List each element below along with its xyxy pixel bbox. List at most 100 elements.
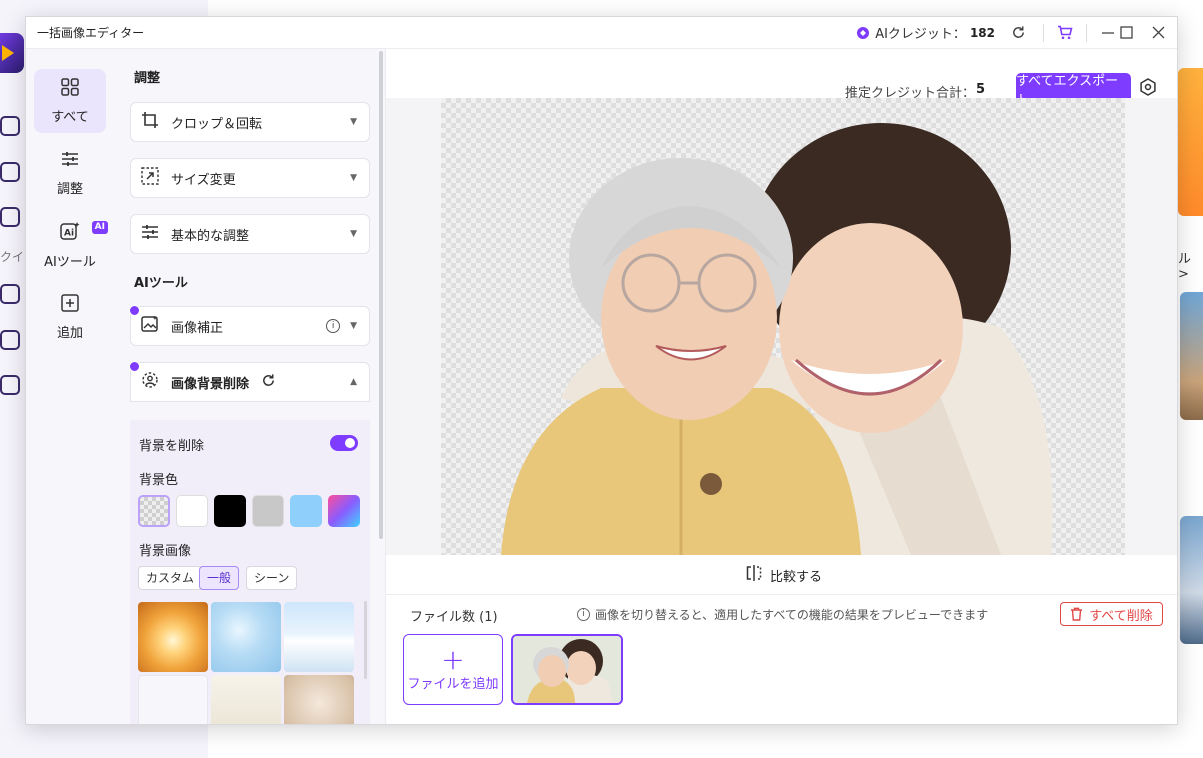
document-icon[interactable] — [0, 207, 20, 227]
svg-text:Ai: Ai — [64, 228, 74, 238]
template-icon[interactable] — [0, 284, 20, 304]
background-right-text[interactable]: ル > — [1178, 248, 1203, 282]
background-remove-panel: 背景を削除 背景色 背景画像 カスタム 一般 シーン — [130, 420, 370, 724]
tool-resize[interactable]: サイズ変更 ▼ — [130, 158, 370, 198]
window-title: 一括画像エディター — [37, 26, 145, 40]
add-box-icon — [61, 293, 79, 316]
background-image-thumbnail[interactable] — [138, 602, 208, 672]
toolbox-icon[interactable] — [0, 162, 20, 182]
tool-basic-adjust[interactable]: 基本的な調整 ▼ — [130, 214, 370, 254]
trash-icon — [1071, 607, 1083, 621]
color-swatch-black[interactable] — [214, 495, 246, 527]
refresh-icon[interactable] — [261, 373, 276, 392]
info-icon[interactable]: i — [326, 319, 341, 333]
nav-item-ai-tools[interactable]: Ai AIツール AI — [34, 213, 108, 277]
maximize-icon[interactable] — [1113, 17, 1139, 49]
title-bar: 一括画像エディター AIクレジット： 182 — [26, 17, 1177, 49]
compare-label: 比較する — [770, 569, 823, 585]
background-color-label: 背景色 — [139, 473, 179, 488]
background-left-text: クイ — [0, 250, 25, 264]
left-navigation: すべて 調整 Ai AIツール AI 追加 — [26, 49, 114, 724]
divider — [386, 594, 1177, 595]
background-image-thumbnail[interactable] — [138, 675, 208, 724]
color-swatch-light-blue[interactable] — [290, 495, 322, 527]
tab-custom[interactable]: カスタム — [138, 566, 203, 590]
sliders-icon — [139, 223, 161, 245]
premium-icon — [129, 305, 140, 316]
video-icon[interactable] — [0, 375, 20, 395]
delete-all-button[interactable]: すべて削除 — [1060, 602, 1163, 626]
credit-icon — [857, 26, 870, 39]
nav-item-add[interactable]: 追加 — [34, 285, 106, 349]
tab-scene[interactable]: シーン — [246, 566, 298, 590]
preview-photo — [501, 123, 1053, 555]
background-image-thumbnail[interactable] — [284, 675, 354, 724]
edit-icon[interactable] — [0, 330, 20, 350]
nav-item-label: 追加 — [56, 325, 83, 341]
nav-item-label: AIツール — [44, 254, 96, 270]
ai-badge: AI — [91, 221, 108, 234]
tool-panel: 調整 クロップ＆回転 ▼ サイズ変更 ▼ 基本的な調整 ▼ AIツール 画像補正… — [114, 49, 386, 724]
chevron-down-icon[interactable]: ▼ — [350, 173, 357, 183]
ai-credit-value: 182 — [969, 25, 995, 40]
add-file-label: ファイルを追加 — [407, 677, 499, 692]
chevron-down-icon[interactable]: ▼ — [350, 117, 357, 127]
nav-item-all[interactable]: すべて — [34, 69, 106, 133]
premium-icon — [129, 361, 140, 372]
close-icon[interactable] — [1139, 17, 1177, 49]
tool-label: 画像背景削除 — [171, 376, 250, 392]
chevron-up-icon[interactable]: ▲ — [350, 377, 357, 387]
chevron-down-icon[interactable]: ▼ — [350, 321, 357, 331]
tool-label: 基本的な調整 — [171, 228, 250, 244]
estimated-credits-value: 5 — [976, 82, 986, 97]
background-card[interactable] — [1180, 292, 1203, 420]
file-thumbnail-selected[interactable] — [511, 634, 623, 705]
cart-icon[interactable] — [1044, 17, 1086, 49]
plus-icon: + — [441, 643, 465, 676]
ai-credit-label: AIクレジット： — [875, 27, 966, 42]
nav-item-label: 調整 — [56, 181, 83, 197]
background-nav-rail: クイ — [0, 0, 26, 758]
preview-hint-text: 画像を切り替えると、適用したすべての機能の結果をプレビューできます — [595, 608, 989, 622]
background-card[interactable] — [1178, 68, 1203, 216]
nav-item-adjust[interactable]: 調整 — [34, 141, 106, 205]
compare-button[interactable]: 比較する — [746, 565, 822, 585]
color-swatch-white[interactable] — [176, 495, 208, 527]
thumbnail-scrollbar[interactable] — [364, 601, 367, 679]
app-logo — [0, 33, 24, 73]
home-icon[interactable] — [0, 116, 20, 136]
tab-general[interactable]: 一般 — [199, 566, 240, 590]
refresh-icon[interactable] — [1003, 17, 1033, 49]
compare-icon — [746, 565, 762, 585]
background-image-thumbnail[interactable] — [211, 602, 281, 672]
color-swatch-gray[interactable] — [252, 495, 284, 527]
tool-label: クロップ＆回転 — [171, 116, 263, 132]
tool-background-remove[interactable]: 画像背景削除 ▲ — [129, 361, 370, 402]
batch-image-editor-window: 一括画像エディター AIクレジット： 182 すべて 調整 Ai AIツール A… — [25, 16, 1178, 725]
thumbnail-photo — [513, 636, 621, 703]
info-icon: i — [577, 608, 590, 621]
background-image-thumbnail[interactable] — [284, 602, 354, 672]
background-image-thumbnail[interactable] — [211, 675, 281, 724]
titlebar-controls: AIクレジット： 182 — [857, 17, 1177, 48]
chevron-down-icon[interactable]: ▼ — [350, 229, 357, 239]
remove-background-label: 背景を削除 — [139, 439, 205, 454]
sliders-icon — [61, 150, 79, 172]
background-card[interactable] — [1180, 516, 1203, 644]
preview-hint: i 画像を切り替えると、適用したすべての機能の結果をプレビューできます — [577, 606, 988, 623]
bg-remove-icon — [139, 371, 161, 393]
color-swatch-gradient[interactable] — [328, 495, 360, 527]
crop-icon — [139, 111, 161, 133]
background-image-label: 背景画像 — [139, 544, 192, 559]
grid-icon — [61, 77, 79, 100]
file-count: ファイル数 (1) — [410, 610, 498, 625]
delete-all-label: すべて削除 — [1089, 608, 1153, 624]
tool-panel-scrollbar[interactable] — [379, 51, 383, 539]
tool-image-enhance[interactable]: 画像補正 i ▼ — [129, 305, 370, 346]
adjust-section-title: 調整 — [134, 71, 161, 86]
remove-background-toggle[interactable] — [330, 435, 358, 451]
add-file-button[interactable]: + ファイルを追加 — [403, 634, 503, 705]
tool-crop-rotate[interactable]: クロップ＆回転 ▼ — [130, 102, 370, 142]
color-swatch-transparent[interactable] — [138, 495, 170, 527]
enhance-icon — [139, 315, 161, 337]
